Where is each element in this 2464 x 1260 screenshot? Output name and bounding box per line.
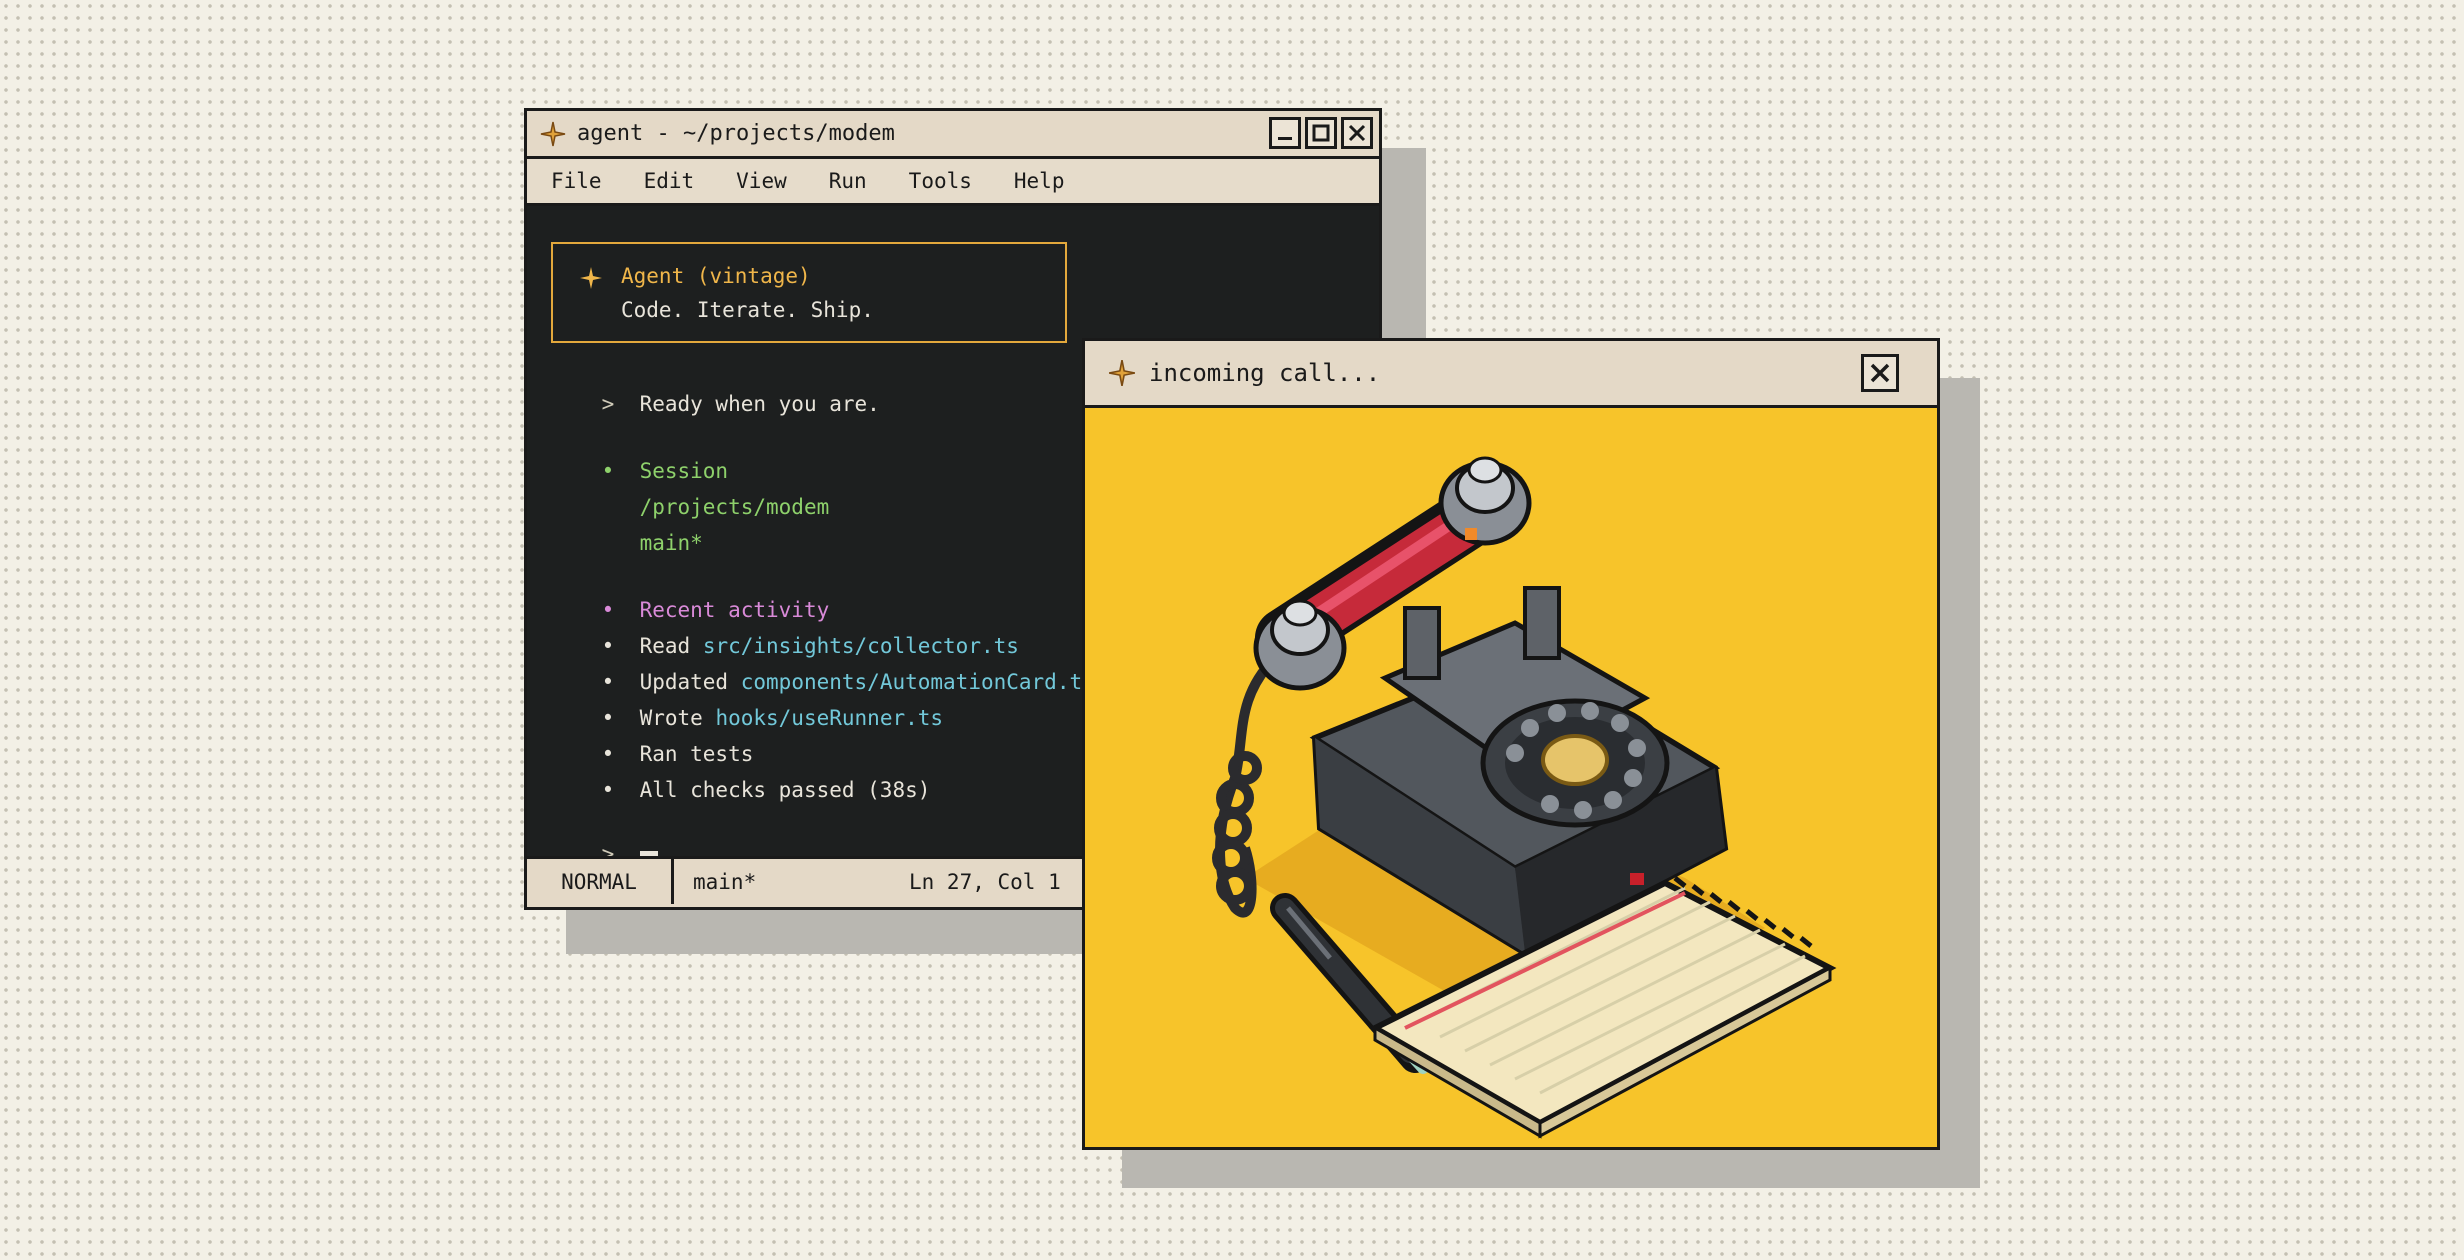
close-icon bbox=[1870, 363, 1890, 383]
branch-indicator: main* bbox=[693, 870, 757, 894]
menu-file[interactable]: File bbox=[551, 169, 602, 193]
terminal-title: agent - ~/projects/modem bbox=[577, 121, 895, 146]
close-button[interactable] bbox=[1341, 117, 1373, 149]
terminal-titlebar[interactable]: agent - ~/projects/modem bbox=[527, 111, 1379, 159]
minimize-icon bbox=[1278, 137, 1292, 140]
maximize-icon bbox=[1312, 124, 1330, 142]
call-titlebar[interactable]: incoming call... bbox=[1085, 341, 1937, 408]
window-controls bbox=[1269, 117, 1373, 149]
call-title: incoming call... bbox=[1149, 359, 1381, 387]
sparkle-icon bbox=[580, 267, 602, 289]
banner-title: Agent (vintage) bbox=[621, 264, 811, 288]
call-close-button[interactable] bbox=[1861, 354, 1899, 392]
session-branch: main* bbox=[639, 531, 703, 555]
menu-bar: File Edit View Run Tools Help bbox=[527, 159, 1379, 206]
maximize-button[interactable] bbox=[1305, 117, 1337, 149]
mode-indicator: NORMAL bbox=[527, 859, 674, 904]
activity-verb: All checks passed (38s) bbox=[639, 778, 931, 802]
ready-text: Ready when you are. bbox=[639, 392, 880, 416]
minimize-button[interactable] bbox=[1269, 117, 1301, 149]
menu-help[interactable]: Help bbox=[1014, 169, 1065, 193]
session-branch-line: main* bbox=[551, 507, 703, 579]
sparkle-icon bbox=[540, 121, 566, 146]
close-icon bbox=[1348, 124, 1366, 142]
menu-tools[interactable]: Tools bbox=[909, 169, 972, 193]
bullet: • bbox=[601, 778, 615, 802]
prompt-marker: > bbox=[601, 392, 615, 416]
telephone-illustration bbox=[1212, 456, 1837, 1139]
banner-subtitle: Code. Iterate. Ship. bbox=[621, 298, 874, 322]
menu-run[interactable]: Run bbox=[829, 169, 867, 193]
cursor-position: Ln 27, Col 1 bbox=[909, 870, 1061, 894]
ready-line: > Ready when you are. bbox=[551, 368, 880, 440]
sparkle-icon bbox=[1108, 359, 1136, 387]
menu-view[interactable]: View bbox=[736, 169, 787, 193]
incoming-call-window[interactable]: incoming call... bbox=[1082, 338, 1940, 1150]
activity-item: • All checks passed (38s) bbox=[551, 754, 931, 826]
agent-banner: Agent (vintage) Code. Iterate. Ship. bbox=[551, 242, 1067, 343]
menu-edit[interactable]: Edit bbox=[644, 169, 695, 193]
